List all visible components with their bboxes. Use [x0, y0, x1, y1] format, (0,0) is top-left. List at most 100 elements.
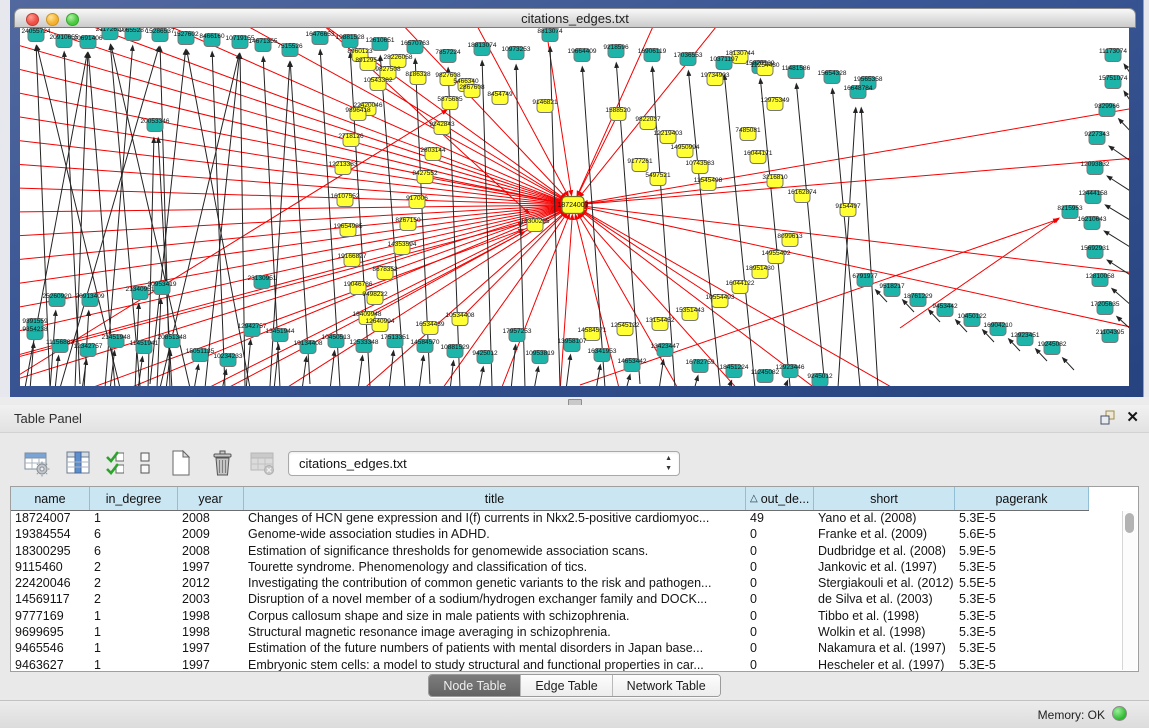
network-node-label: 18130744: [726, 50, 755, 57]
close-panel-icon[interactable]: ✕: [1126, 409, 1139, 427]
network-edge[interactable]: [1122, 123, 1129, 136]
column-header-out-de-[interactable]: △out_de...: [746, 487, 814, 510]
network-edge[interactable]: [659, 365, 663, 386]
new-column-icon[interactable]: [166, 448, 196, 478]
column-header-in-degree[interactable]: in_degree: [90, 487, 178, 510]
vertical-scrollbar[interactable]: [1122, 511, 1137, 670]
network-edge[interactable]: [588, 108, 1129, 202]
network-canvas[interactable]: 2405572420910655206914062117261310655287…: [20, 28, 1129, 386]
network-edge[interactable]: [588, 158, 1129, 204]
table-settings-icon[interactable]: [22, 448, 52, 478]
network-edge[interactable]: [784, 385, 786, 386]
table-cell: Yano et al. (2008): [814, 510, 955, 526]
network-edge[interactable]: [1066, 362, 1074, 370]
column-header-short[interactable]: short: [814, 487, 955, 510]
float-panel-icon[interactable]: [1100, 410, 1116, 426]
delete-column-icon[interactable]: [207, 448, 237, 478]
table-row[interactable]: 1456911722003Disruption of a novel membe…: [11, 591, 1123, 607]
network-edge[interactable]: [511, 350, 515, 386]
table-cell: 9699695: [11, 624, 90, 640]
table-cell: 5.9E-5: [955, 543, 1089, 559]
table-cell: 1997: [178, 657, 244, 672]
network-edge[interactable]: [1127, 96, 1129, 108]
network-window-titlebar[interactable]: citations_edges.txt: [14, 8, 1136, 28]
tab-node-table[interactable]: Node Table: [429, 675, 521, 696]
network-view[interactable]: 2405572420910655206914062117261310655287…: [20, 28, 1129, 386]
network-edge[interactable]: [20, 207, 558, 284]
network-edge[interactable]: [448, 73, 460, 386]
table-row[interactable]: 1872400712008Changes of HCN gene express…: [11, 510, 1123, 526]
table-row[interactable]: 1938455462009Genome-wide association stu…: [11, 526, 1123, 542]
network-edge[interactable]: [389, 356, 393, 386]
network-node-label: 7485081: [735, 127, 761, 134]
network-node-label: 8099613: [777, 233, 803, 240]
network-edge[interactable]: [205, 59, 239, 386]
network-node-label: 16648784: [844, 85, 873, 92]
table-selector-value: citations_edges.txt: [299, 456, 407, 471]
network-node-label: 12545122: [611, 322, 640, 329]
column-header-year[interactable]: year: [178, 487, 244, 510]
network-edge[interactable]: [20, 113, 442, 378]
network-edge[interactable]: [580, 114, 618, 192]
network-edge[interactable]: [694, 381, 697, 386]
network-edge[interactable]: [20, 188, 558, 205]
network-edge[interactable]: [20, 116, 558, 203]
network-edge[interactable]: [588, 207, 1129, 273]
network-edge[interactable]: [588, 181, 775, 203]
table-row[interactable]: 1830029562008Estimation of significance …: [11, 543, 1123, 559]
network-edge[interactable]: [838, 113, 855, 386]
network-edge[interactable]: [1112, 179, 1129, 194]
network-node-label: 16107552: [331, 193, 360, 200]
network-node-label: 1588520: [605, 107, 631, 114]
network-edge[interactable]: [20, 208, 558, 332]
network-edge[interactable]: [419, 361, 423, 386]
network-edge[interactable]: [330, 356, 334, 386]
network-edge[interactable]: [302, 362, 306, 386]
network-edge[interactable]: [194, 370, 197, 386]
network-node-label: 14671355: [249, 38, 278, 45]
column-header-pagerank[interactable]: pagerank: [955, 487, 1089, 510]
network-edge[interactable]: [479, 372, 482, 386]
network-edge[interactable]: [20, 140, 558, 203]
table-cell: Estimation of the future numbers of pati…: [244, 640, 746, 656]
network-edge[interactable]: [1109, 234, 1129, 250]
network-edge[interactable]: [725, 80, 755, 386]
tab-edge-table[interactable]: Edge Table: [521, 675, 612, 696]
network-edge[interactable]: [280, 213, 560, 386]
table-selector-dropdown[interactable]: citations_edges.txt ▲▼: [288, 451, 680, 476]
network-edge[interactable]: [450, 366, 453, 386]
network-edge[interactable]: [900, 221, 1055, 328]
network-node-label: 18409948: [353, 311, 382, 318]
network-edge[interactable]: [158, 143, 172, 386]
network-edge[interactable]: [358, 361, 362, 386]
table-row[interactable]: 977716911998Corpus callosum shape and si…: [11, 608, 1123, 624]
show-columns-icon[interactable]: [63, 448, 93, 478]
network-edge[interactable]: [586, 213, 720, 301]
table-row[interactable]: 946554611997Estimation of the future num…: [11, 640, 1123, 656]
network-edge[interactable]: [274, 350, 278, 386]
column-header-title[interactable]: title: [244, 487, 746, 510]
network-edge[interactable]: [626, 380, 629, 386]
table-row[interactable]: 946362711997Embryonic stem cells: a mode…: [11, 657, 1123, 672]
table-row[interactable]: 911546021997Tourette syndrome. Phenomeno…: [11, 559, 1123, 575]
network-edge[interactable]: [20, 92, 558, 202]
network-edge[interactable]: [833, 94, 860, 386]
column-header-name[interactable]: name: [11, 487, 90, 510]
tab-network-table[interactable]: Network Table: [613, 675, 720, 696]
network-edge[interactable]: [534, 372, 537, 386]
row-boxes-icon[interactable]: [135, 448, 155, 478]
network-node-label: 12640994: [366, 318, 395, 325]
network-edge[interactable]: [1110, 208, 1129, 223]
select-rows-icon[interactable]: [104, 448, 124, 478]
network-edge[interactable]: [728, 385, 730, 386]
network-node-label: 9453442: [932, 303, 958, 310]
network-node-label: 8912954: [355, 57, 381, 64]
network-edge[interactable]: [55, 361, 58, 386]
table-cell: 6: [90, 543, 178, 559]
network-edge[interactable]: [20, 224, 518, 358]
network-edge[interactable]: [566, 360, 570, 386]
scrollbar-thumb[interactable]: [1125, 513, 1134, 533]
table-row[interactable]: 2242004622012Investigating the contribut…: [11, 575, 1123, 591]
network-edge[interactable]: [1113, 149, 1129, 164]
table-row[interactable]: 969969511998Structural magnetic resonanc…: [11, 624, 1123, 640]
